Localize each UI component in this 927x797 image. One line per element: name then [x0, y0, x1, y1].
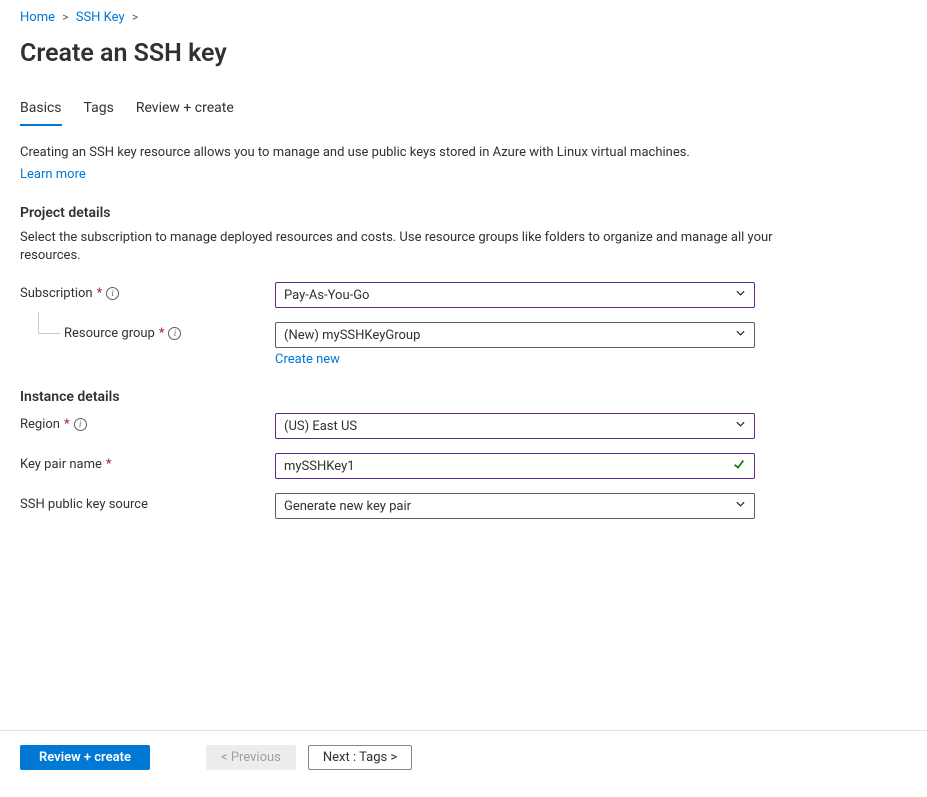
breadcrumb-sep: >: [132, 10, 138, 24]
subscription-select[interactable]: Pay-As-You-Go: [275, 282, 755, 308]
resource-group-row: Resource group * i (New) mySSHKeyGroup C…: [20, 322, 907, 367]
resource-group-value: (New) mySSHKeyGroup: [284, 328, 420, 343]
check-icon: [732, 457, 746, 475]
ssh-source-label: SSH public key source: [20, 497, 148, 512]
required-marker: *: [97, 286, 103, 301]
chevron-down-icon: [735, 419, 746, 434]
create-new-link[interactable]: Create new: [275, 352, 340, 367]
breadcrumb-sshkey-link[interactable]: SSH Key: [76, 10, 125, 25]
breadcrumb-home-link[interactable]: Home: [20, 10, 55, 25]
instance-details-title: Instance details: [20, 389, 907, 405]
required-marker: *: [64, 417, 70, 432]
previous-button: < Previous: [206, 745, 296, 770]
region-label: Region: [20, 417, 60, 432]
review-create-button[interactable]: Review + create: [20, 745, 150, 770]
resource-group-label: Resource group: [64, 326, 155, 341]
intro-text: Creating an SSH key resource allows you …: [20, 144, 780, 183]
ssh-source-select[interactable]: Generate new key pair: [275, 493, 755, 519]
required-marker: *: [106, 457, 112, 472]
page-title: Create an SSH key: [20, 39, 907, 68]
keypair-name-input[interactable]: [284, 454, 726, 478]
subscription-row: Subscription * i Pay-As-You-Go: [20, 282, 907, 308]
project-details-desc: Select the subscription to manage deploy…: [20, 229, 780, 264]
next-button[interactable]: Next : Tags >: [308, 745, 412, 770]
info-icon[interactable]: i: [168, 327, 181, 340]
subscription-value: Pay-As-You-Go: [284, 288, 369, 303]
learn-more-link[interactable]: Learn more: [20, 166, 86, 184]
breadcrumb-sep: >: [62, 10, 68, 24]
chevron-down-icon: [735, 328, 746, 343]
region-value: (US) East US: [284, 419, 357, 434]
required-marker: *: [159, 326, 165, 341]
chevron-down-icon: [735, 288, 746, 303]
region-row: Region * i (US) East US: [20, 413, 907, 439]
keypair-name-field-wrapper: [275, 453, 755, 479]
keypair-name-row: Key pair name *: [20, 453, 907, 479]
region-select[interactable]: (US) East US: [275, 413, 755, 439]
project-details-title: Project details: [20, 205, 907, 221]
keypair-name-label: Key pair name: [20, 457, 102, 472]
info-icon[interactable]: i: [74, 418, 87, 431]
breadcrumb: Home > SSH Key >: [20, 8, 907, 31]
tab-review-create[interactable]: Review + create: [136, 96, 234, 126]
ssh-source-value: Generate new key pair: [284, 499, 411, 514]
resource-group-select[interactable]: (New) mySSHKeyGroup: [275, 322, 755, 348]
wizard-footer: Review + create < Previous Next : Tags >: [0, 731, 927, 788]
tree-indent-line: [38, 312, 60, 334]
info-icon[interactable]: i: [106, 287, 119, 300]
tab-tags[interactable]: Tags: [84, 96, 114, 126]
ssh-source-row: SSH public key source Generate new key p…: [20, 493, 907, 519]
tab-bar: Basics Tags Review + create: [20, 96, 907, 126]
subscription-label: Subscription: [20, 286, 93, 301]
tab-basics[interactable]: Basics: [20, 96, 62, 126]
intro-copy: Creating an SSH key resource allows you …: [20, 145, 690, 160]
chevron-down-icon: [735, 499, 746, 514]
